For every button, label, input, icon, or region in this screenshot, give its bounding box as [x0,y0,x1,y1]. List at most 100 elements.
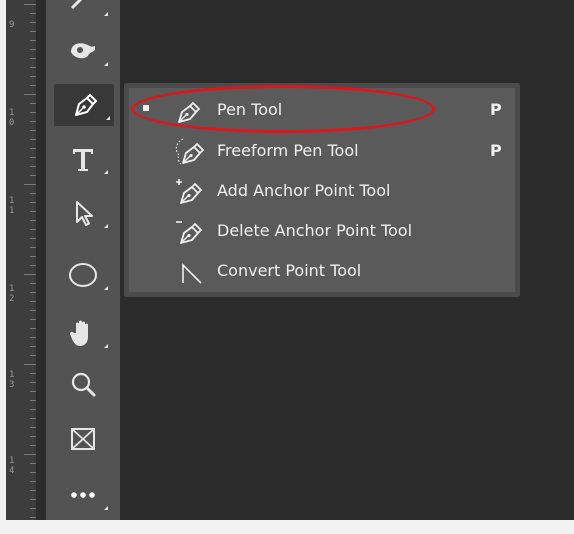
ruler-tick [30,463,36,464]
ruler-tick [30,301,36,302]
ruler-tick [30,58,36,59]
ruler-tick [30,283,36,284]
ruler-tick [24,454,36,455]
ruler-tick [30,265,36,266]
ruler-tick [30,166,36,167]
ruler-tick [30,247,36,248]
ruler-tick [30,391,36,392]
tool-group-indicator [104,170,108,174]
zoom-tool-icon [71,372,96,397]
ruler-tick [30,427,36,428]
ellipse-tool-icon [69,263,97,287]
ruler-tick [30,13,36,14]
window-frame-bottom [0,520,574,534]
menu-item-label: Freeform Pen Tool [217,141,359,160]
ruler-tick [30,139,36,140]
ruler-tick [30,328,36,329]
menu-item-label: Delete Anchor Point Tool [217,221,413,240]
ruler-tick [30,67,36,68]
more-tools-button[interactable] [54,474,112,516]
vertical-ruler: 9 1 0 1 1 1 2 1 3 1 4 [6,0,37,520]
ruler-tick [30,202,36,203]
path-selection-tool-button[interactable] [54,192,112,234]
ruler-number: 1 1 [9,196,15,216]
ruler-tick [30,337,36,338]
ruler-tick [24,4,36,5]
hand-tool-button[interactable] [54,312,112,354]
tool-group-indicator [106,116,110,120]
ruler-tick [30,22,36,23]
menu-item-label: Convert Point Tool [217,261,362,280]
ruler-tick [30,85,36,86]
ruler-number: 1 4 [9,456,15,476]
ruler-tick [30,229,36,230]
ruler-tick [30,472,36,473]
highlight-annotation-ellipse [131,85,435,133]
ruler-tick [30,382,36,383]
tool-group-indicator [104,344,108,348]
ruler-tick [30,121,36,122]
tool-group-indicator [104,506,108,510]
menu-item-freeform-pen-tool[interactable]: Freeform Pen Tool P [129,133,515,169]
ruler-number: 1 3 [9,370,15,390]
ruler-tick [30,292,36,293]
ruler-tick [30,175,36,176]
ruler-tick [30,517,36,518]
path-selection-tool-icon [76,201,93,226]
tool-group-indicator [104,224,108,228]
ruler-tick [30,436,36,437]
partial-tool-icon [70,0,83,10]
ruler-tick [30,508,36,509]
ruler-tick [30,40,36,41]
type-tool-button[interactable] [54,138,112,180]
frame-tool-button[interactable] [54,418,112,460]
menu-item-shortcut: P [490,100,502,119]
menu-item-delete-anchor-point-tool[interactable]: Delete Anchor Point Tool [129,213,515,249]
ruler-tick [30,418,36,419]
menu-item-convert-point-tool[interactable]: Convert Point Tool [129,253,515,289]
frame-tool-icon [71,428,95,450]
pen-tool-button[interactable] [54,84,114,126]
ruler-tick [30,373,36,374]
ruler-number: 1 2 [9,284,15,304]
freeform-pen-icon [175,138,205,165]
ruler-tick [24,274,36,275]
ruler-tick [24,364,36,365]
delete-anchor-point-icon [176,221,203,244]
ruler-tick [30,400,36,401]
add-anchor-point-icon [176,179,203,204]
ruler-tick [30,319,36,320]
ruler-tick [30,355,36,356]
ruler-tick [30,310,36,311]
burn-tool-icon [71,43,95,59]
ruler-tick [30,490,36,491]
partial-tool-button[interactable] [54,0,112,22]
ruler-tick [30,193,36,194]
ellipse-tool-button[interactable] [54,254,112,296]
tools-panel [46,0,120,520]
ruler-tick [30,409,36,410]
burn-tool-button[interactable] [54,30,112,72]
menu-item-add-anchor-point-tool[interactable]: Add Anchor Point Tool [129,173,515,209]
ruler-tick [24,94,36,95]
ruler-tick [30,346,36,347]
ruler-tick [30,130,36,131]
ruler-tick [30,157,36,158]
ruler-tick [30,220,36,221]
ruler-number: 9 [9,20,15,30]
tool-group-indicator [104,286,108,290]
type-tool-icon [73,149,93,171]
ruler-tick [30,103,36,104]
tool-group-indicator [104,12,108,16]
ruler-tick [30,49,36,50]
ruler-tick [30,256,36,257]
more-tools-icon [71,492,95,498]
zoom-tool-button[interactable] [54,364,112,406]
ruler-number: 1 0 [9,108,15,128]
menu-item-shortcut: P [490,141,502,160]
ruler-tick [30,238,36,239]
pen-tool-icon [75,93,98,116]
panel-gap [37,0,46,520]
convert-point-icon [182,263,202,284]
menu-item-label: Add Anchor Point Tool [217,181,391,200]
